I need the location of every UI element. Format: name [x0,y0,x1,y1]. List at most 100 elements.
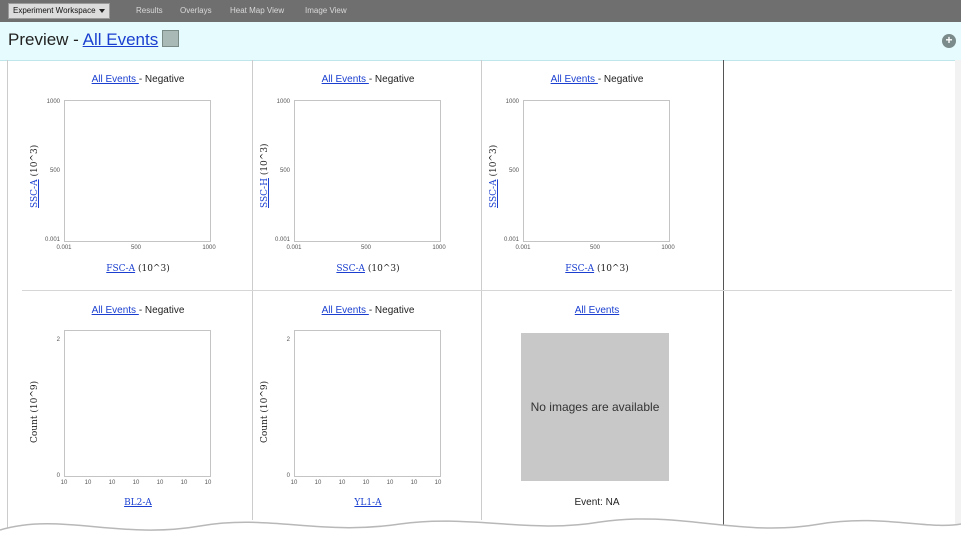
y-tick-label: 2 [286,337,290,343]
x-tick-label: 10 [60,480,68,486]
cell-title-suffix: - Negative [368,305,415,316]
divider [723,60,724,548]
plot-area[interactable] [523,100,670,242]
all-events-link[interactable]: All Events [83,30,159,49]
y-axis-unit: (10^3) [260,143,270,179]
x-axis-label: FSC-A (10^3) [483,264,711,274]
x-tick-label: 10 [410,480,418,486]
x-tick-label: 0.001 [515,245,531,251]
x-tick-label: 10 [434,480,442,486]
page-title: Preview - All Events [8,30,180,50]
y-axis-link[interactable]: SSC-H [260,178,270,208]
y-tick-label: 0 [56,473,60,479]
y-tick-label: 0.001 [44,237,60,243]
all-events-link[interactable]: All Events [322,305,369,316]
cell-title: All Events - Negative [483,74,711,85]
y-tick-label: 2 [56,337,60,343]
cell-title: All Events [483,305,711,316]
cell-title: All Events - Negative [254,74,482,85]
plot-area[interactable] [294,100,441,242]
preview-label: Preview - [8,30,83,49]
cell-title-suffix: - Negative [368,74,415,85]
x-tick-label: 500 [130,245,141,251]
x-axis-link[interactable]: FSC-A [565,264,594,274]
y-axis-unit: (10^3) [489,144,499,180]
plot-area[interactable] [294,330,441,477]
y-tick-label: 0.001 [503,237,519,243]
x-tick-label: 500 [589,245,600,251]
top-tab-bar: Experiment Workspace Results Overlays He… [0,0,961,22]
x-tick-label: 0.001 [56,245,72,251]
x-tick-label: 10 [290,480,298,486]
x-tick-label: 1000 [432,245,446,251]
x-tick-label: 10 [156,480,164,486]
x-axis-label: FSC-A (10^3) [24,264,252,274]
x-tick-label: 0.001 [286,245,302,251]
chevron-down-icon [98,8,105,13]
plot-cell: All Events - Negative 2 0 10 10 10 10 10… [24,293,252,523]
x-tick-label: 10 [338,480,346,486]
tab-image-view[interactable]: Image View [305,4,347,18]
y-axis-label: SSC-H (10^3) [260,143,270,208]
panel-border-left [7,60,8,548]
x-tick-label: 1000 [661,245,675,251]
y-axis-link[interactable]: SSC-A [489,179,499,208]
cell-title: All Events - Negative [254,305,482,316]
plot-cell: All Events - Negative 1000 500 0.001 0.0… [24,62,252,292]
image-cell: All Events No images are available Event… [483,293,711,523]
y-tick-label: 1000 [46,99,60,105]
y-axis-label: Count (10^9) [260,380,270,443]
all-events-link[interactable]: All Events [575,305,619,316]
y-tick-label: 1000 [505,99,519,105]
cell-title-suffix: - Negative [138,305,185,316]
plot-cell: All Events - Negative 1000 500 0.001 0.0… [254,62,482,292]
y-tick-label: 0 [286,473,290,479]
y-axis-label: Count (10^9) [30,380,40,443]
y-axis-label: SSC-A (10^3) [489,145,499,208]
torn-edge [0,518,961,548]
y-tick-label: 0.001 [274,237,290,243]
x-axis-unit: (10^3) [365,264,400,274]
x-tick-label: 10 [108,480,116,486]
y-axis-unit: (10^3) [30,144,40,180]
x-tick-label: 10 [386,480,394,486]
x-tick-label: 10 [362,480,370,486]
plot-cell: All Events - Negative 2 0 10 10 10 10 10… [254,293,482,523]
x-tick-label: 10 [132,480,140,486]
tab-heat-map-view[interactable]: Heat Map View [230,4,284,18]
tab-results[interactable]: Results [136,4,163,18]
all-events-link[interactable]: All Events [92,305,139,316]
x-axis-link[interactable]: SSC-A [336,264,365,274]
y-axis-link[interactable]: SSC-A [30,179,40,208]
scrollbar[interactable] [955,60,961,548]
plot-cell: All Events - Negative 1000 500 0.001 0.0… [483,62,711,292]
all-events-link[interactable]: All Events [322,74,369,85]
x-tick-label: 10 [180,480,188,486]
all-events-link[interactable]: All Events [551,74,598,85]
x-axis-label: SSC-A (10^3) [254,264,482,274]
x-tick-label: 10 [204,480,212,486]
plot-area[interactable] [64,100,211,242]
x-tick-label: 500 [360,245,371,251]
x-tick-label: 10 [84,480,92,486]
x-axis-link[interactable]: FSC-A [106,264,135,274]
x-tick-label: 1000 [202,245,216,251]
plot-area[interactable] [64,330,211,477]
y-axis-label: SSC-A (10^3) [30,145,40,208]
all-events-link[interactable]: All Events [92,74,139,85]
no-images-placeholder: No images are available [521,333,669,481]
x-axis-unit: (10^3) [594,264,629,274]
color-swatch-icon[interactable] [162,30,180,47]
preview-header: Preview - All Events [0,22,961,61]
cell-title: All Events - Negative [24,305,252,316]
cell-title: All Events - Negative [24,74,252,85]
tab-overlays[interactable]: Overlays [180,4,212,18]
x-axis-unit: (10^3) [135,264,170,274]
cell-title-suffix: - Negative [138,74,185,85]
tab-label: Experiment Workspace [13,6,96,15]
y-tick-label: 1000 [276,99,290,105]
add-icon[interactable]: + [942,34,956,48]
cell-title-suffix: - Negative [597,74,644,85]
x-tick-label: 10 [314,480,322,486]
tab-experiment-workspace[interactable]: Experiment Workspace [8,3,110,19]
